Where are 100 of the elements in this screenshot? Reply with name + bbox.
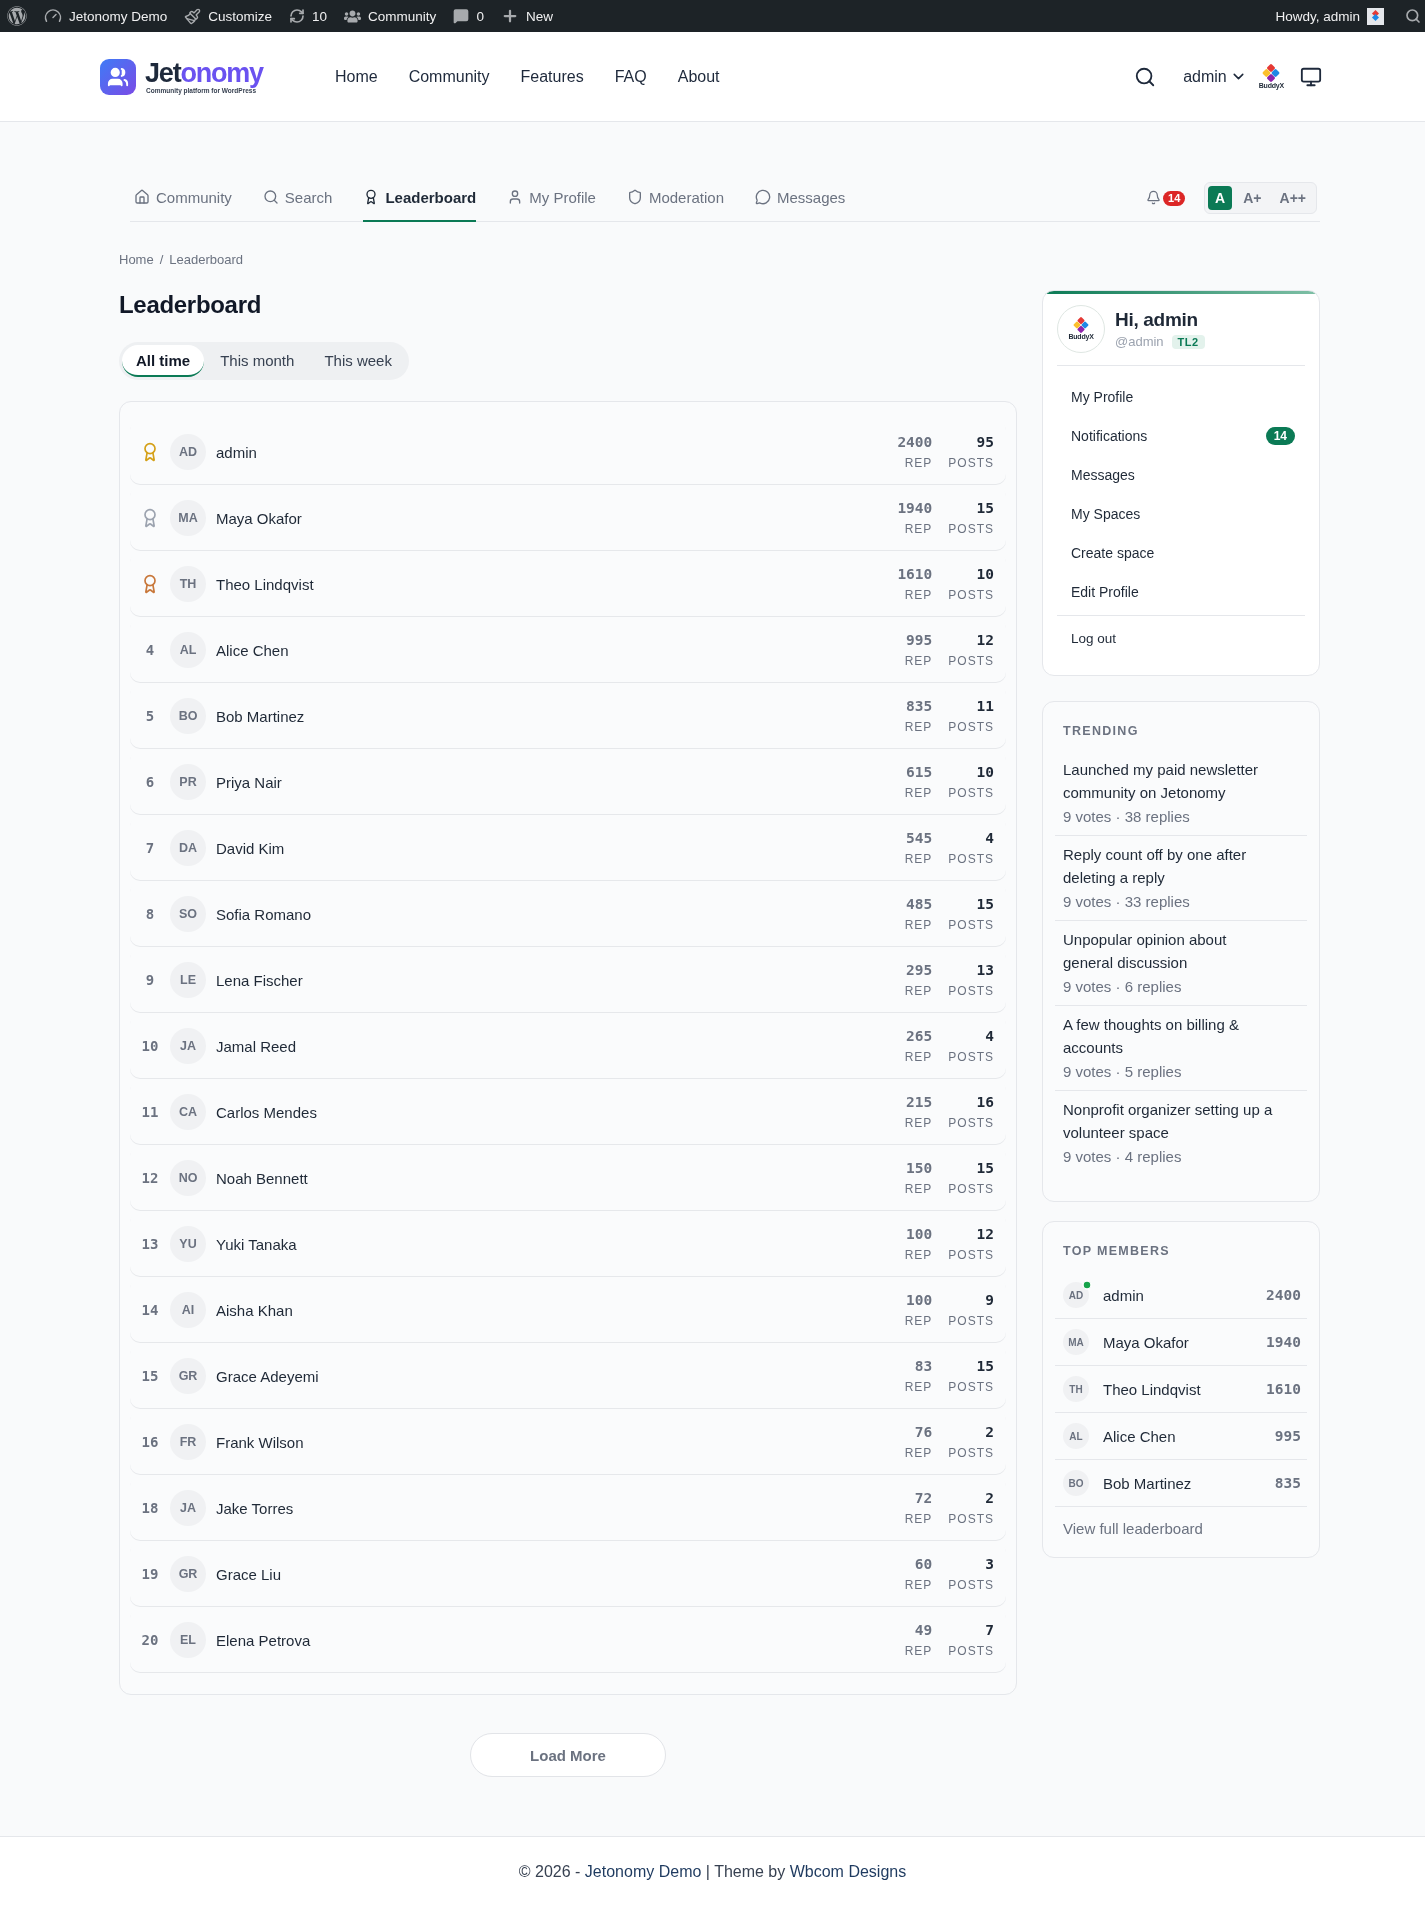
member-name[interactable]: Carlos Mendes	[216, 1103, 317, 1121]
member-name[interactable]: Grace Liu	[216, 1565, 282, 1583]
member-score: 995	[1274, 1428, 1301, 1444]
rank-number: 18	[141, 1500, 159, 1516]
member-name[interactable]: Maya Okafor	[1103, 1333, 1189, 1351]
topic-link[interactable]: Launched my paid newsletter community on Jetonomy	[1063, 758, 1278, 804]
rank-number: 9	[145, 972, 155, 988]
avatar-icon[interactable]	[1367, 7, 1384, 25]
topic-link[interactable]: Unpopular opinion about general discussion	[1063, 928, 1278, 974]
posts-value: 10	[976, 566, 994, 583]
posts-value: 9	[985, 1292, 994, 1309]
bell-icon[interactable]	[1146, 189, 1162, 205]
period-tab[interactable]: This month	[206, 345, 309, 377]
search-icon[interactable]	[1134, 65, 1157, 88]
member-name[interactable]: Alice Chen	[1103, 1427, 1176, 1445]
font-size-button[interactable]: A+	[1236, 185, 1269, 210]
admin-bar-link[interactable]: 10	[289, 8, 328, 24]
section-title: TOP MEMBERS	[1063, 1243, 1170, 1259]
tab[interactable]: Community	[134, 174, 232, 222]
member-name[interactable]: Bob Martinez	[216, 707, 305, 725]
tab[interactable]: Messages	[755, 174, 846, 222]
admin-bar-link[interactable]: 0	[453, 8, 484, 24]
nav-link[interactable]: About	[677, 67, 720, 86]
posts-value: 11	[976, 698, 994, 715]
posts-value: 95	[976, 434, 994, 451]
profile-menu-item[interactable]: My Spaces	[1057, 494, 1305, 533]
member-name[interactable]: Priya Nair	[216, 773, 282, 791]
nav-link[interactable]: Home	[334, 67, 378, 86]
user-avatar: MA	[170, 500, 206, 536]
admin-bar-link[interactable]: New	[500, 7, 553, 25]
member-name[interactable]: Theo Lindqvist	[216, 575, 314, 593]
site-link[interactable]: Jetonomy Demo	[584, 1862, 702, 1880]
member-name[interactable]: David Kim	[216, 839, 285, 857]
nav-link[interactable]: Features	[520, 67, 584, 86]
user-avatar: YU	[170, 1226, 206, 1262]
monitor-icon[interactable]	[1300, 65, 1322, 88]
profile-menu-item[interactable]: Notifications 14	[1057, 416, 1305, 455]
member-name[interactable]: Aisha Khan	[216, 1301, 293, 1319]
member-name[interactable]: admin	[1103, 1286, 1144, 1304]
admin-bar-link[interactable]: Customize	[184, 7, 273, 25]
member-name[interactable]: Alice Chen	[216, 641, 289, 659]
user-avatar: PR	[170, 764, 206, 800]
admin-bar-link[interactable]: Howdy, admin	[1275, 8, 1360, 24]
member-name[interactable]: Maya Okafor	[216, 509, 302, 527]
search-icon	[262, 189, 279, 205]
nav-link[interactable]: Community	[408, 67, 490, 86]
member-name[interactable]: Bob Martinez	[1103, 1474, 1192, 1492]
profile-menu-item[interactable]: Edit Profile	[1057, 572, 1305, 611]
member-name[interactable]: Frank Wilson	[216, 1433, 304, 1451]
profile-menu-item[interactable]: My Profile	[1057, 377, 1305, 416]
logo-wordmark[interactable]: Jetonomy	[145, 59, 263, 87]
member-name[interactable]: Noah Bennett	[216, 1169, 308, 1187]
member-name[interactable]: Grace Adeyemi	[216, 1367, 319, 1385]
posts-value: 15	[976, 500, 994, 517]
load-more-button[interactable]: Load More	[470, 1733, 666, 1777]
nav-link[interactable]: FAQ	[614, 67, 647, 86]
stat-label: POSTS	[948, 1314, 994, 1328]
member-name[interactable]: Sofia Romano	[216, 905, 312, 923]
member-name[interactable]: Jake Torres	[216, 1499, 294, 1517]
search-icon[interactable]	[1405, 8, 1421, 24]
member-score: 2400	[1266, 1287, 1301, 1303]
tab[interactable]: My Profile	[507, 174, 596, 222]
member-name[interactable]: Elena Petrova	[216, 1631, 311, 1649]
period-tab[interactable]: All time	[122, 345, 205, 377]
tab[interactable]: Moderation	[626, 174, 724, 222]
user-menu-button[interactable]: admin	[1183, 67, 1247, 86]
breadcrumb-link[interactable]: Home	[119, 251, 154, 267]
topic-link[interactable]: Nonprofit organizer setting up a volunteer space	[1063, 1098, 1278, 1144]
profile-menu-item[interactable]: Create space	[1057, 533, 1305, 572]
breadcrumb-current: Leaderboard	[169, 251, 244, 267]
posts-value: 10	[976, 764, 994, 781]
topic-link[interactable]: Reply count off by one after deleting a reply	[1063, 843, 1278, 889]
topic-link[interactable]: A few thoughts on billing & accounts	[1063, 1013, 1278, 1059]
member-name[interactable]: Jamal Reed	[216, 1037, 297, 1055]
logout-link[interactable]: Log out	[1057, 619, 1305, 657]
admin-bar-link[interactable]: Jetonomy Demo	[44, 7, 168, 25]
section-title: TRENDING	[1063, 723, 1139, 739]
period-tab[interactable]: This week	[310, 345, 406, 377]
logo-icon[interactable]	[100, 58, 136, 95]
member-name[interactable]: Theo Lindqvist	[1103, 1380, 1201, 1398]
admin-bar-link[interactable]: Community	[344, 7, 437, 25]
member-name[interactable]: admin	[216, 443, 257, 461]
font-size-button[interactable]: A	[1208, 185, 1233, 210]
font-size-button[interactable]: A++	[1272, 185, 1313, 210]
tab[interactable]: Search	[262, 174, 333, 222]
posts-value: 4	[985, 1028, 994, 1045]
posts-value: 4	[985, 830, 994, 847]
tab[interactable]: Leaderboard	[363, 174, 477, 222]
stat-label: REP	[904, 1380, 933, 1394]
member-name[interactable]: Lena Fischer	[216, 971, 303, 989]
profile-menu-item[interactable]: Messages	[1057, 455, 1305, 494]
page-title: Leaderboard	[119, 290, 262, 320]
logo-icon[interactable]	[7, 6, 27, 26]
member-name[interactable]: Yuki Tanaka	[216, 1235, 297, 1253]
member-score: 1610	[1266, 1381, 1301, 1397]
theme-link[interactable]: Wbcom Designs	[789, 1862, 907, 1880]
user-avatar: LE	[170, 962, 206, 998]
reputation-value: 835	[906, 698, 933, 715]
stat-label: REP	[904, 1512, 933, 1526]
view-leaderboard-link[interactable]: View full leaderboard	[1063, 1520, 1203, 1537]
